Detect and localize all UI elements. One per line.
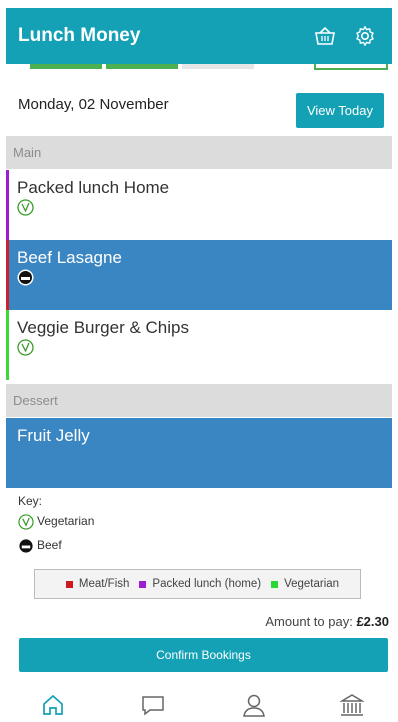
day-tab[interactable]: [106, 64, 178, 69]
legend-label: Vegetarian: [284, 578, 340, 590]
menu-item-name: Veggie Burger & Chips: [17, 318, 189, 337]
day-tab[interactable]: [30, 64, 102, 69]
legend-swatch-meat: [65, 580, 73, 588]
day-tab[interactable]: [182, 64, 254, 69]
legend-swatch-vegetarian: [271, 580, 279, 588]
gear-icon[interactable]: [350, 21, 380, 51]
category-legend: Meat/Fish Packed lunch (home) Vegetarian: [34, 569, 361, 599]
menu-item-selected[interactable]: Beef Lasagne: [6, 240, 392, 310]
app-root: Lunch Money Monday, 02 November View Tod…: [0, 0, 398, 722]
vegetarian-icon: [17, 199, 34, 216]
selected-date: Monday, 02 November: [18, 96, 169, 113]
top-bar: Lunch Money: [6, 8, 392, 64]
bank-icon[interactable]: [338, 691, 366, 719]
amount-value: £2.30: [356, 614, 389, 629]
legend-label: Packed lunch (home): [152, 578, 262, 590]
beef-icon: [17, 269, 34, 286]
key-vegetarian: Vegetarian: [18, 514, 94, 530]
menu-item[interactable]: Packed lunch Home: [6, 170, 392, 240]
key-beef-label: Beef: [37, 538, 62, 553]
amount-to-pay: Amount to pay: £2.30: [265, 614, 389, 629]
day-tab[interactable]: [314, 64, 388, 70]
app-title: Lunch Money: [18, 25, 141, 46]
menu-item[interactable]: Veggie Burger & Chips: [6, 310, 392, 380]
menu-item-name: Packed lunch Home: [17, 178, 170, 197]
bottom-nav: [6, 687, 392, 722]
menu-item-name: Beef Lasagne: [17, 248, 122, 267]
menu-item-selected[interactable]: Fruit Jelly: [6, 418, 392, 488]
chat-icon[interactable]: [139, 691, 167, 719]
vegetarian-icon: [17, 339, 34, 356]
basket-icon[interactable]: [310, 21, 340, 51]
legend-swatch-packed: [139, 580, 147, 588]
section-header-main: Main: [6, 136, 392, 169]
menu-item-name: Fruit Jelly: [17, 426, 90, 445]
amount-label: Amount to pay:: [265, 614, 353, 629]
profile-icon[interactable]: [240, 691, 268, 719]
confirm-bookings-button[interactable]: Confirm Bookings: [19, 638, 388, 672]
legend-label: Meat/Fish: [78, 578, 130, 590]
key-vegetarian-label: Vegetarian: [37, 514, 95, 529]
key-beef: Beef: [18, 538, 62, 554]
view-today-button[interactable]: View Today: [296, 93, 384, 128]
section-header-dessert: Dessert: [6, 384, 392, 417]
beef-icon: [18, 538, 34, 554]
home-icon[interactable]: [39, 691, 67, 719]
date-row: Monday, 02 November View Today: [6, 80, 392, 130]
vegetarian-icon: [18, 514, 34, 530]
key-title: Key:: [18, 494, 43, 508]
day-tabs-strip[interactable]: [6, 64, 392, 72]
